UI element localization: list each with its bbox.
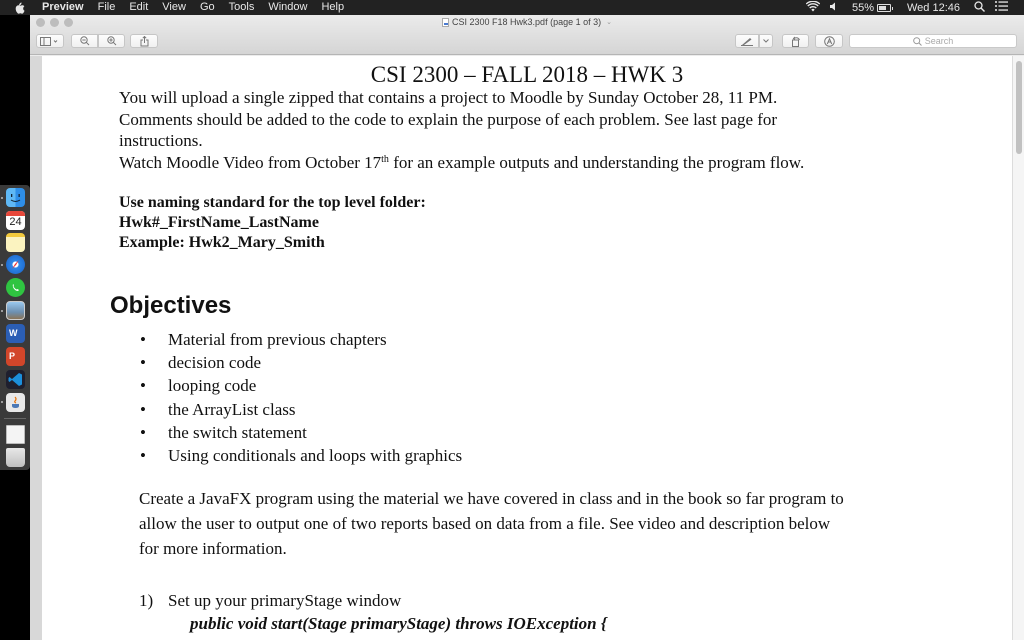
window-title-text: CSI 2300 F18 Hwk3.pdf (page 1 of 3) xyxy=(452,17,602,27)
spotlight-search-icon[interactable] xyxy=(974,0,985,15)
battery-level xyxy=(878,5,886,10)
list-item: Material from previous chapters xyxy=(112,328,462,351)
dock-vscode-icon[interactable] xyxy=(6,370,25,389)
menu-window[interactable]: Window xyxy=(261,0,314,15)
description-line: allow the user to output one of two repo… xyxy=(139,514,831,533)
objectives-heading: Objectives xyxy=(110,292,232,319)
search-icon xyxy=(912,36,922,46)
dock-finder-icon[interactable] xyxy=(6,188,25,207)
wifi-icon[interactable] xyxy=(805,0,821,15)
annotate-button[interactable] xyxy=(815,34,843,48)
video-text: Watch Moodle Video from October 17 xyxy=(119,152,382,172)
markup-dropdown-button[interactable] xyxy=(759,34,773,48)
list-item: the switch statement xyxy=(112,421,462,444)
step-number: 1) xyxy=(139,591,154,610)
battery-status[interactable]: 55% xyxy=(851,1,893,14)
calendar-date: 24 xyxy=(9,216,22,228)
naming-line: Example: Hwk2_Mary_Smith xyxy=(119,234,325,251)
menu-bar: Preview File Edit View Go Tools Window H… xyxy=(0,0,1024,15)
menu-app-name[interactable]: Preview xyxy=(38,0,91,15)
title-bar: CSI 2300 F18 Hwk3.pdf (page 1 of 3) ⌄ Se… xyxy=(30,15,1024,55)
list-item: decision code xyxy=(112,351,462,374)
running-indicator xyxy=(1,264,3,266)
search-input[interactable]: Search xyxy=(849,34,1017,48)
dock-safari-icon[interactable] xyxy=(6,255,25,274)
menu-view[interactable]: View xyxy=(155,0,193,15)
battery-percent: 55% xyxy=(851,1,874,14)
document-viewer: CSI 2300 – FALL 2018 – HWK 3 You will up… xyxy=(30,56,1024,640)
rotate-button[interactable] xyxy=(782,34,809,48)
code-line: public void start(Stage primaryStage) th… xyxy=(190,614,607,633)
list-item: the ArrayList class xyxy=(112,398,462,421)
objectives-list: Material from previous chapters decision… xyxy=(112,328,462,467)
running-indicator xyxy=(1,197,3,199)
menu-edit[interactable]: Edit xyxy=(122,0,155,15)
sidebar-view-button[interactable] xyxy=(36,34,64,48)
volume-icon[interactable] xyxy=(829,2,838,14)
document-title: CSI 2300 – FALL 2018 – HWK 3 xyxy=(370,62,684,87)
dock-java-icon[interactable] xyxy=(6,393,25,412)
list-item: Using conditionals and loops with graphi… xyxy=(112,444,462,467)
apple-menu-icon[interactable] xyxy=(14,2,28,14)
battery-icon xyxy=(876,3,893,12)
menu-help[interactable]: Help xyxy=(314,0,351,15)
description-line: Create a JavaFX program using the materi… xyxy=(139,489,844,508)
zoom-out-button[interactable] xyxy=(71,34,98,48)
pdf-file-icon xyxy=(442,17,450,27)
notification-center-icon[interactable] xyxy=(995,1,1008,14)
naming-line: Hwk#_FirstName_LastName xyxy=(119,214,319,231)
running-indicator xyxy=(1,401,3,403)
search-placeholder: Search xyxy=(924,36,954,46)
naming-line: Use naming standard for the top level fo… xyxy=(119,194,426,211)
video-text-rest: for an example outputs and understanding… xyxy=(388,152,805,172)
dock-calendar-icon[interactable]: 24 xyxy=(6,211,25,230)
intro-line: instructions. xyxy=(119,131,203,150)
step-text: Set up your primaryStage window xyxy=(168,591,402,610)
dock-trash-icon[interactable] xyxy=(6,448,25,467)
dock-separator xyxy=(4,418,26,419)
scrollbar-thumb[interactable] xyxy=(1016,61,1022,154)
dock-powerpoint-icon[interactable]: P xyxy=(6,347,25,366)
description-paragraph: Create a JavaFX program using the materi… xyxy=(139,486,844,561)
dock-word-icon[interactable]: W xyxy=(6,324,25,343)
chevron-down-icon: ⌄ xyxy=(606,19,612,26)
intro-paragraph: You will upload a single zipped that con… xyxy=(119,87,804,173)
step-1: 1) Set up your primaryStage window xyxy=(139,590,401,612)
pdf-page: CSI 2300 – FALL 2018 – HWK 3 You will up… xyxy=(42,56,1012,640)
naming-standard: Use naming standard for the top level fo… xyxy=(119,193,426,253)
clock[interactable]: Wed 12:46 xyxy=(907,2,960,14)
markup-pen-button[interactable] xyxy=(735,34,759,48)
menu-tools[interactable]: Tools xyxy=(222,0,262,15)
preview-window: CSI 2300 F18 Hwk3.pdf (page 1 of 3) ⌄ Se… xyxy=(30,15,1024,640)
intro-line: Comments should be added to the code to … xyxy=(119,109,778,129)
dock-whatsapp-icon[interactable] xyxy=(6,278,25,297)
dock-document-icon[interactable] xyxy=(6,425,25,444)
menu-file[interactable]: File xyxy=(91,0,123,15)
vertical-scrollbar[interactable] xyxy=(1012,56,1024,640)
intro-line: You will upload a single zipped that con… xyxy=(119,88,778,107)
dock: 24 W P xyxy=(0,185,30,470)
description-line: for more information. xyxy=(139,539,287,558)
zoom-in-button[interactable] xyxy=(98,34,125,48)
video-line: Watch Moodle Video from October 17th for… xyxy=(119,152,804,174)
video-sup: th xyxy=(381,153,389,165)
running-indicator xyxy=(1,310,3,312)
dock-preview-icon[interactable] xyxy=(6,301,25,320)
dock-notes-icon[interactable] xyxy=(6,233,25,252)
menu-go[interactable]: Go xyxy=(193,0,222,15)
share-button[interactable] xyxy=(130,34,158,48)
list-item: looping code xyxy=(112,374,462,397)
window-title[interactable]: CSI 2300 F18 Hwk3.pdf (page 1 of 3) ⌄ xyxy=(30,17,1024,27)
